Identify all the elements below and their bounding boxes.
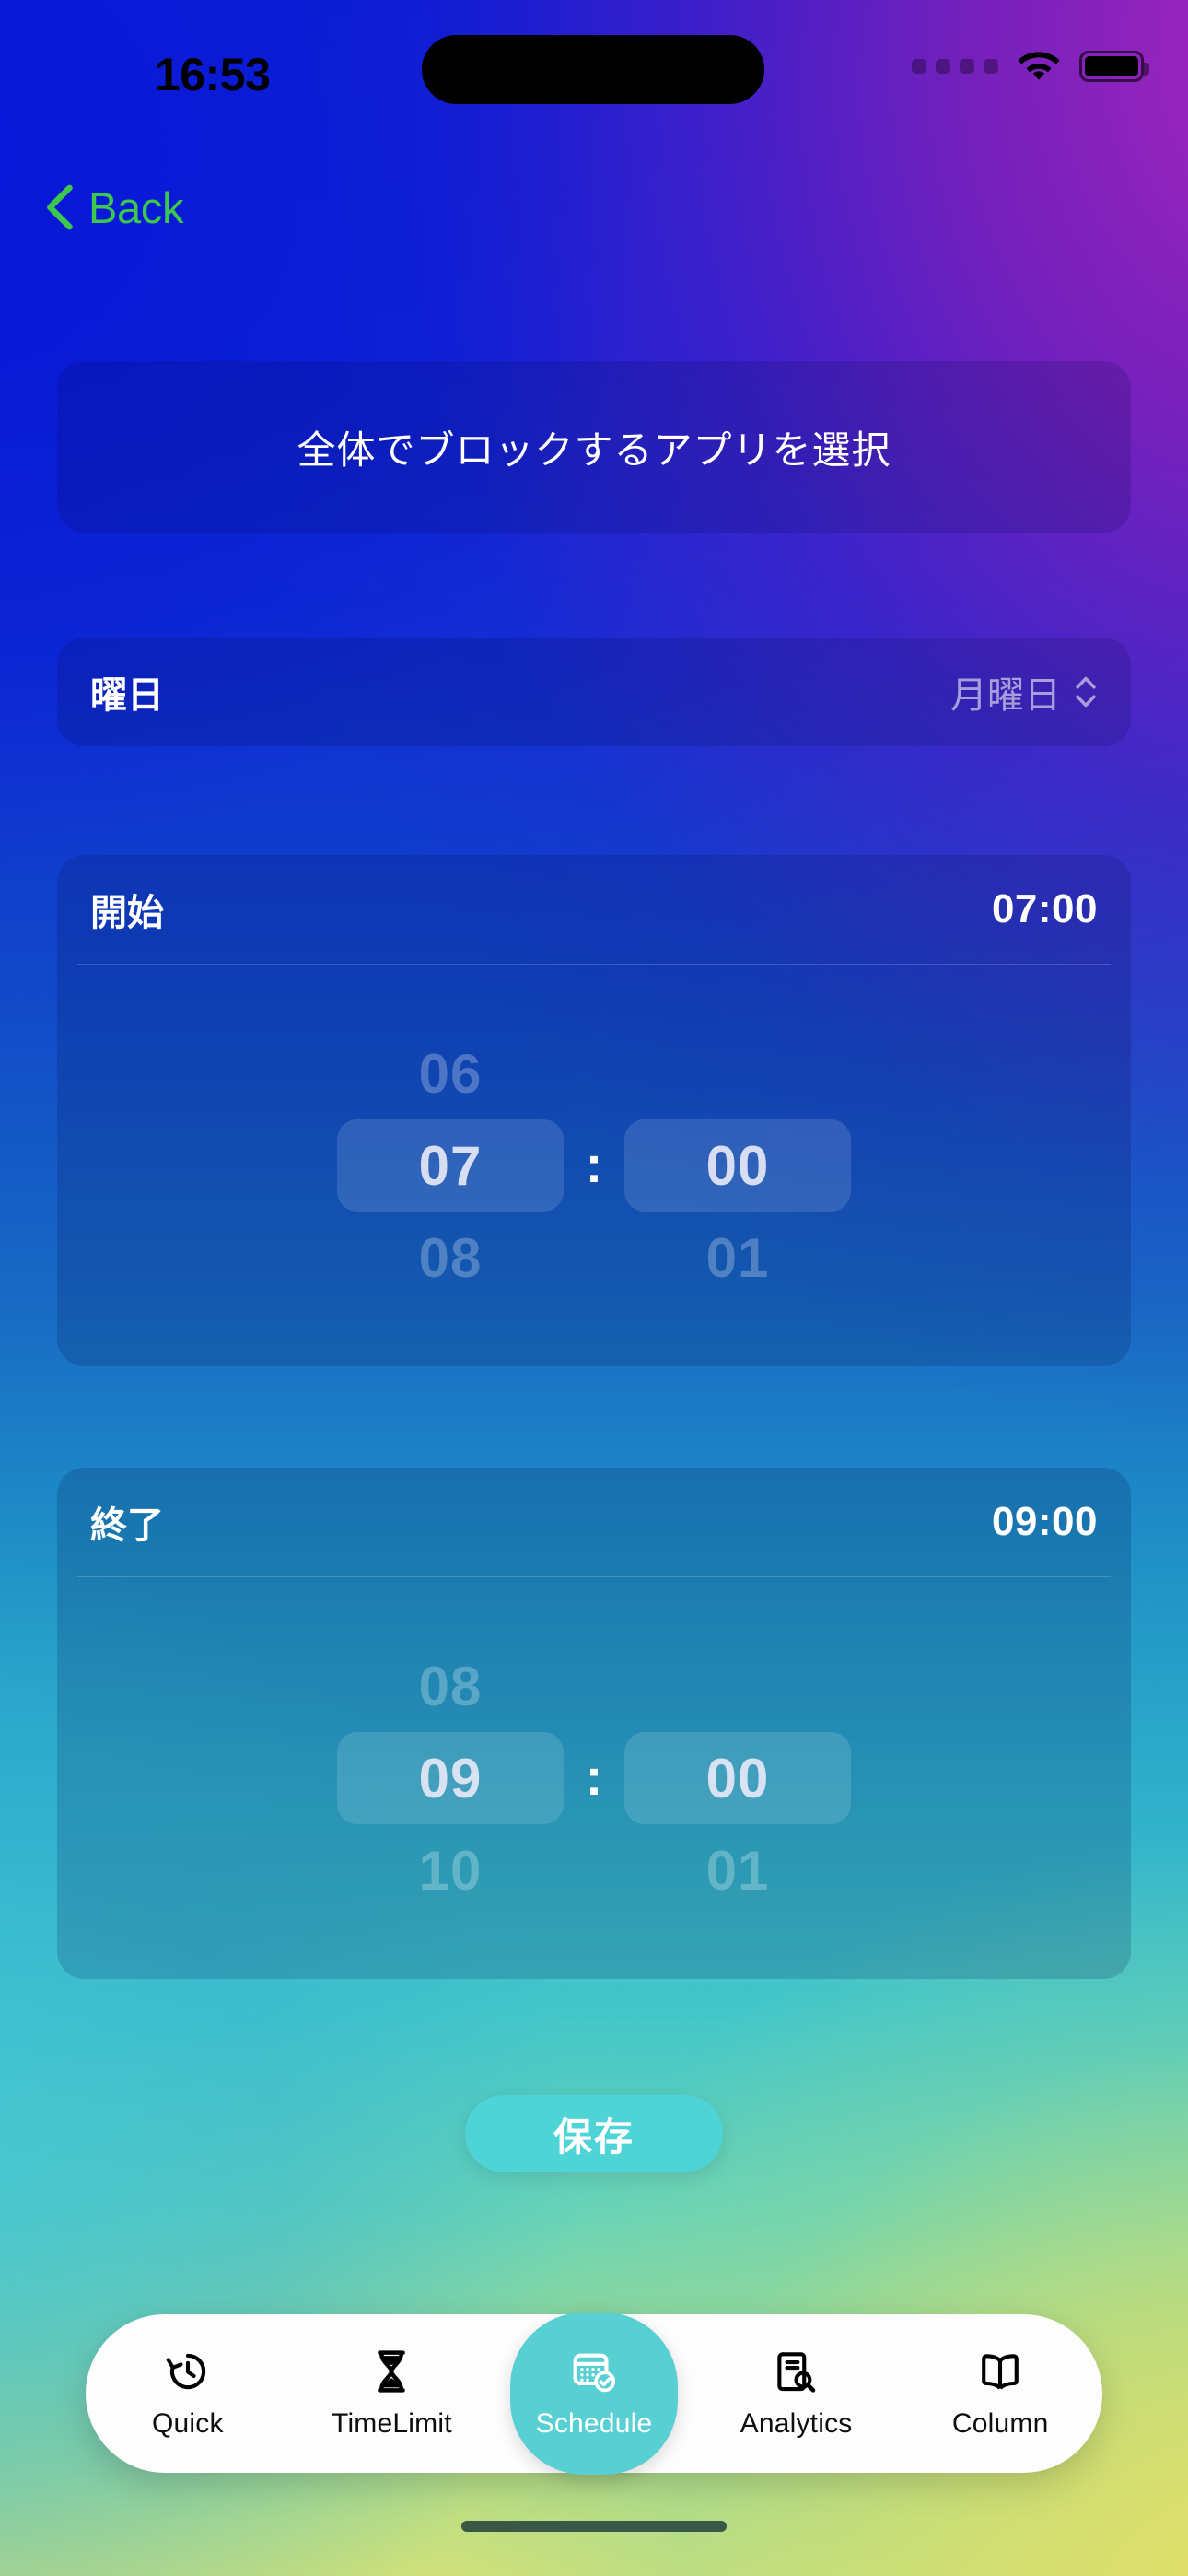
hourglass-icon: [367, 2348, 415, 2395]
end-hour-wheel[interactable]: 08 09 10: [337, 1626, 564, 1930]
home-indicator[interactable]: [461, 2521, 727, 2532]
start-minute-selected[interactable]: 00: [624, 1119, 851, 1212]
tab-column-label: Column: [951, 2408, 1049, 2439]
end-minute-wheel[interactable]: 00 01: [624, 1626, 851, 1930]
status-bar-time: 16:53: [155, 49, 271, 100]
battery-full-icon: [1079, 51, 1149, 82]
start-hour-next[interactable]: 08: [337, 1212, 564, 1304]
start-hour-prev[interactable]: 06: [337, 1027, 564, 1119]
tab-quick[interactable]: Quick: [102, 2320, 274, 2467]
back-button[interactable]: Back: [33, 168, 192, 247]
tab-column[interactable]: Column: [914, 2320, 1086, 2467]
clock-arrow-circlepath-icon: [164, 2348, 212, 2395]
wifi-icon: [1017, 50, 1061, 83]
start-hour-selected[interactable]: 07: [337, 1119, 564, 1212]
end-time-header: 終了 09:00: [57, 1468, 1131, 1576]
save-button[interactable]: 保存: [465, 2095, 723, 2172]
end-hour-selected[interactable]: 09: [337, 1732, 564, 1824]
start-time-label: 開始: [90, 893, 164, 933]
document-magnifier-icon: [773, 2348, 821, 2395]
start-hour-wheel[interactable]: 06 07 08: [337, 1013, 564, 1317]
start-minute-next[interactable]: 01: [624, 1212, 851, 1304]
status-bar-indicators: [912, 46, 1149, 87]
start-time-header: 開始 07:00: [57, 855, 1131, 964]
start-minute-prev[interactable]: [624, 1027, 851, 1119]
select-apps-title: 全体でブロックするアプリを選択: [297, 427, 891, 472]
weekday-picker[interactable]: 月曜日: [950, 665, 1098, 719]
start-minute-wheel[interactable]: 00 01: [624, 1013, 851, 1317]
select-apps-card[interactable]: 全体でブロックするアプリを選択: [57, 361, 1131, 533]
start-time-card[interactable]: 開始 07:00 06 07 08 : 00 01: [57, 855, 1131, 1366]
tab-timelimit[interactable]: TimeLimit: [306, 2320, 477, 2467]
calendar-checkmark-icon: [570, 2348, 618, 2395]
end-time-card[interactable]: 終了 09:00 08 09 10 : 00 01: [57, 1468, 1131, 1979]
end-time-value: 09:00: [991, 1499, 1098, 1544]
chevron-left-icon: [42, 184, 76, 230]
weekday-label: 曜日: [90, 675, 164, 716]
tab-analytics[interactable]: Analytics: [711, 2320, 882, 2467]
tab-analytics-label: Analytics: [740, 2408, 853, 2439]
chevron-up-down-icon[interactable]: [1074, 671, 1098, 713]
end-time-label: 終了: [90, 1505, 164, 1546]
tab-quick-label: Quick: [151, 2408, 224, 2439]
end-time-separator: :: [585, 1747, 603, 1806]
end-time-picker[interactable]: 08 09 10 : 00 01: [57, 1577, 1131, 1979]
dynamic-island: [422, 35, 764, 104]
weekday-row[interactable]: 曜日 月曜日: [57, 638, 1131, 746]
main-content: 全体でブロックするアプリを選択 曜日 月曜日 開始 07:00 06 07 08…: [0, 0, 1188, 2576]
end-minute-selected[interactable]: 00: [624, 1732, 851, 1824]
end-hour-prev[interactable]: 08: [337, 1640, 564, 1732]
start-time-value: 07:00: [991, 886, 1098, 931]
weekday-value: 月曜日: [950, 675, 1061, 716]
end-hour-next[interactable]: 10: [337, 1824, 564, 1916]
open-book-icon: [976, 2348, 1024, 2395]
tab-schedule-label: Schedule: [535, 2408, 653, 2439]
tab-timelimit-label: TimeLimit: [332, 2408, 452, 2439]
tab-schedule[interactable]: Schedule: [509, 2313, 678, 2475]
save-button-label: 保存: [553, 2114, 635, 2159]
app-screen: 16:53 Back 全体でブロックするアプリを選択 曜日 月曜日 開始 07:…: [0, 0, 1188, 2576]
signal-dots-icon: [912, 59, 998, 74]
back-button-label: Back: [88, 182, 184, 232]
status-bar: 16:53: [0, 0, 1188, 111]
end-minute-prev[interactable]: [624, 1640, 851, 1732]
start-time-separator: :: [585, 1134, 603, 1193]
end-minute-next[interactable]: 01: [624, 1824, 851, 1916]
bottom-tab-bar: Quick TimeLimit Schedule Analytics Colum…: [86, 2313, 1102, 2475]
start-time-picker[interactable]: 06 07 08 : 00 01: [57, 965, 1131, 1366]
